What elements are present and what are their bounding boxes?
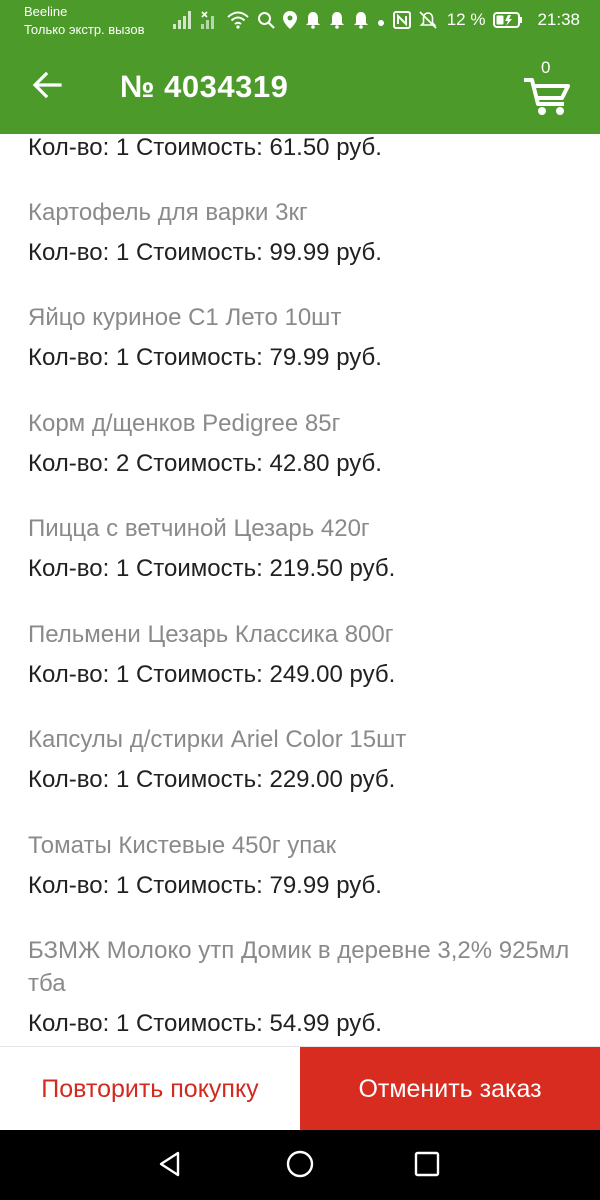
dot-icon bbox=[377, 11, 385, 29]
nav-home-button[interactable] bbox=[280, 1146, 320, 1186]
list-item: Кол-во: 1 Стоимость: 61.50 руб. bbox=[28, 134, 578, 163]
item-name: Пельмени Цезарь Классика 800г bbox=[28, 621, 394, 648]
list-item: Томаты Кистевые 450г упак Кол-во: 1 Стои… bbox=[28, 829, 578, 901]
item-qty-cost: Кол-во: 1 Стоимость: 61.50 руб. bbox=[28, 134, 382, 161]
item-qty-cost: Кол-во: 2 Стоимость: 42.80 руб. bbox=[28, 450, 382, 477]
item-qty-cost: Кол-во: 1 Стоимость: 229.00 руб. bbox=[28, 766, 396, 793]
cart-count-badge: 0 bbox=[541, 58, 551, 77]
notification-bell-icon bbox=[305, 11, 321, 29]
carrier-name: Beeline bbox=[24, 4, 68, 19]
item-qty-cost: Кол-во: 1 Стоимость: 99.99 руб. bbox=[28, 239, 382, 266]
nfc-icon bbox=[392, 11, 411, 29]
status-bar: Beeline Только экстр. вызов 12 % 21:38 bbox=[0, 0, 600, 40]
no-signal-icon bbox=[200, 11, 219, 29]
order-items-list[interactable]: Кол-во: 1 Стоимость: 61.50 руб. Картофел… bbox=[0, 134, 600, 1046]
list-item: Пельмени Цезарь Классика 800г Кол-во: 1 … bbox=[28, 618, 578, 690]
battery-icon bbox=[493, 11, 523, 29]
signal-icon bbox=[172, 11, 193, 29]
search-icon bbox=[257, 11, 275, 29]
item-name: БЗМЖ Молоко утп Домик в деревне 3,2% 925… bbox=[28, 937, 570, 997]
nav-back-icon bbox=[156, 1150, 184, 1183]
arrow-left-icon bbox=[32, 71, 62, 104]
mute-icon bbox=[419, 11, 437, 29]
item-name: Пицца с ветчиной Цезарь 420г bbox=[28, 515, 370, 542]
nav-back-button[interactable] bbox=[150, 1146, 190, 1186]
status-icons: 12 % 21:38 bbox=[172, 8, 580, 32]
wifi-icon bbox=[227, 11, 249, 29]
nav-recents-icon bbox=[413, 1150, 441, 1183]
notification-bell-icon bbox=[329, 11, 345, 29]
app-bar: № 4034319 0 bbox=[0, 40, 600, 134]
item-name: Яйцо куриное С1 Лето 10шт bbox=[28, 304, 342, 331]
status-time: 21:38 bbox=[537, 10, 580, 29]
back-button[interactable] bbox=[26, 66, 68, 108]
list-item: Капсулы д/стирки Ariel Color 15шт Кол-во… bbox=[28, 723, 578, 795]
item-qty-cost: Кол-во: 1 Стоимость: 249.00 руб. bbox=[28, 661, 396, 688]
location-icon bbox=[282, 11, 297, 29]
list-item: БЗМЖ Молоко утп Домик в деревне 3,2% 925… bbox=[28, 934, 578, 1039]
repeat-purchase-button[interactable]: Повторить покупку bbox=[0, 1047, 300, 1131]
item-qty-cost: Кол-во: 1 Стоимость: 79.99 руб. bbox=[28, 344, 382, 371]
item-qty-cost: Кол-во: 1 Стоимость: 219.50 руб. bbox=[28, 555, 396, 582]
bottom-action-bar: Повторить покупку Отменить заказ bbox=[0, 1046, 600, 1131]
item-name: Корм д/щенков Pedigree 85г bbox=[28, 410, 341, 437]
page-title: № 4034319 bbox=[120, 69, 289, 104]
item-qty-cost: Кол-во: 1 Стоимость: 54.99 руб. bbox=[28, 1010, 382, 1037]
notification-bell-icon bbox=[353, 11, 369, 29]
item-name: Картофель для варки 3кг bbox=[28, 199, 308, 226]
item-name: Капсулы д/стирки Ariel Color 15шт bbox=[28, 726, 407, 753]
nav-home-icon bbox=[285, 1149, 315, 1184]
battery-percent: 12 % bbox=[446, 10, 486, 29]
item-qty-cost: Кол-во: 1 Стоимость: 79.99 руб. bbox=[28, 872, 382, 899]
list-item: Корм д/щенков Pedigree 85г Кол-во: 2 Сто… bbox=[28, 407, 578, 479]
system-nav-bar bbox=[0, 1130, 600, 1200]
cancel-order-button[interactable]: Отменить заказ bbox=[300, 1047, 600, 1131]
nav-recents-button[interactable] bbox=[407, 1146, 447, 1186]
list-item: Пицца с ветчиной Цезарь 420г Кол-во: 1 С… bbox=[28, 512, 578, 584]
carrier-status: Только экстр. вызов bbox=[24, 22, 145, 37]
item-name: Томаты Кистевые 450г упак bbox=[28, 832, 337, 859]
list-item: Яйцо куриное С1 Лето 10шт Кол-во: 1 Стои… bbox=[28, 301, 578, 373]
list-item: Картофель для варки 3кг Кол-во: 1 Стоимо… bbox=[28, 196, 578, 268]
